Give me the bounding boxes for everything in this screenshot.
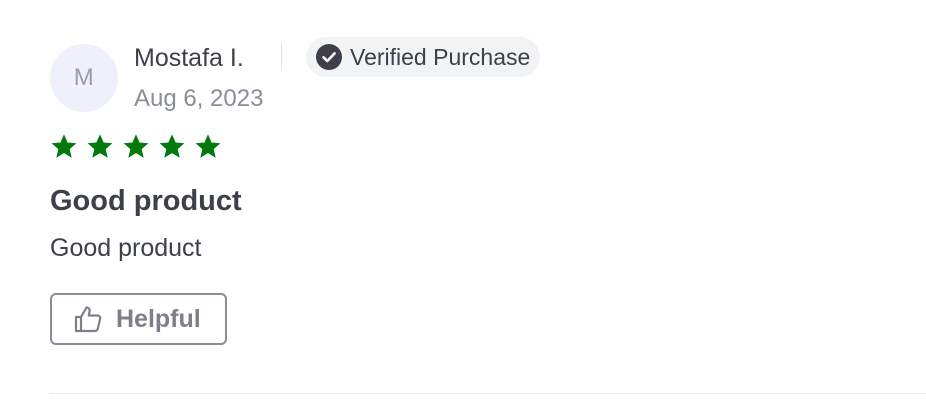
header-divider [281,43,282,71]
review-card: M Mostafa I. Verified Purchase Aug 6, 20… [0,0,926,400]
review-separator [50,393,926,394]
helpful-label: Helpful [116,304,201,333]
review-title: Good product [50,185,242,217]
avatar: M [50,44,118,112]
star-icon [194,133,222,161]
star-icon [122,133,150,161]
star-icon [158,133,186,161]
author-name: Mostafa I. [134,44,244,72]
review-date: Aug 6, 2023 [134,85,264,112]
check-circle-icon [316,44,342,70]
avatar-initial: M [73,64,95,91]
review-body: Good product [50,234,202,262]
star-rating [50,133,222,161]
verified-purchase-badge: Verified Purchase [306,37,541,77]
helpful-button[interactable]: Helpful [50,293,227,345]
star-icon [86,133,114,161]
thumbs-up-icon [72,303,104,335]
verified-purchase-label: Verified Purchase [350,43,531,70]
star-icon [50,133,78,161]
